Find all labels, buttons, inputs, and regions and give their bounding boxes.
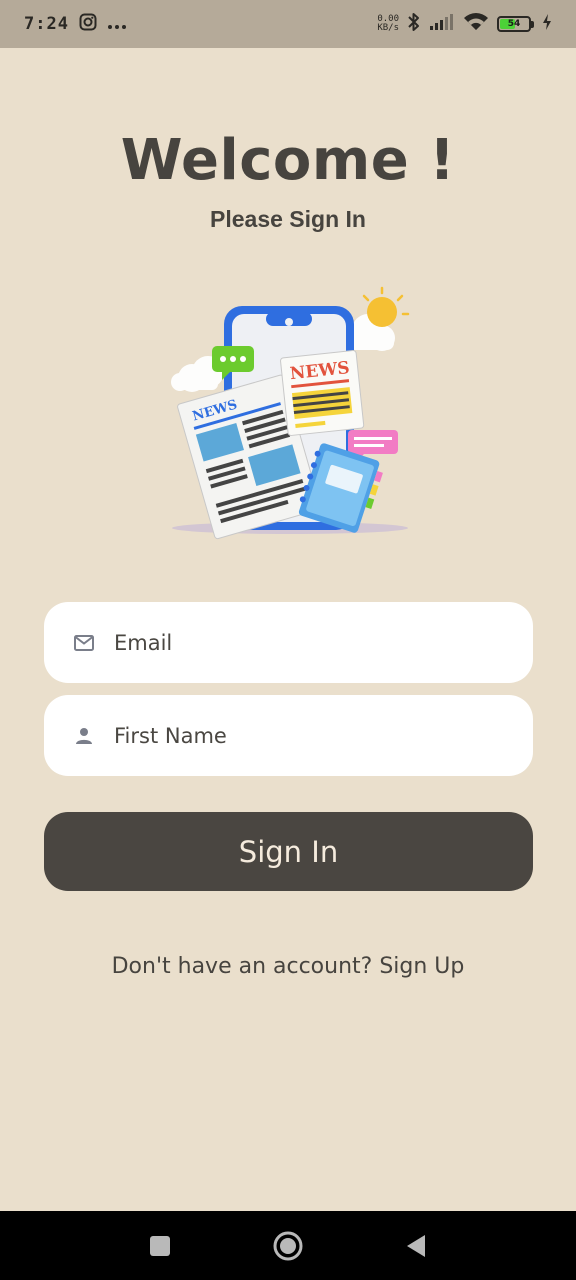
email-input[interactable] (114, 630, 494, 655)
email-field[interactable] (44, 602, 533, 683)
status-bar: 7:24 0.00 KB/s 54 (0, 0, 576, 48)
status-time: 7:24 (24, 14, 69, 34)
signal-icon (429, 13, 455, 35)
charging-icon (542, 13, 552, 35)
sign-up-prompt: Don't have an account? Sign Up (0, 954, 576, 979)
person-icon (76, 727, 92, 744)
status-right: 0.00 KB/s 54 (377, 12, 552, 36)
first-name-input[interactable] (114, 723, 494, 748)
sign-up-prompt-text: Don't have an account? (111, 954, 380, 979)
sign-in-button-label: Sign In (238, 834, 339, 869)
wifi-icon (463, 12, 489, 36)
news-illustration: NEWS NEWS (150, 282, 430, 544)
sign-in-button[interactable]: Sign In (44, 812, 533, 891)
page-subtitle: Please Sign In (210, 206, 366, 232)
battery-level: 54 (507, 19, 521, 29)
speed-unit: KB/s (377, 23, 399, 33)
battery-icon: 54 (497, 16, 534, 32)
bluetooth-icon (407, 12, 421, 36)
back-triangle-icon[interactable] (396, 1226, 436, 1266)
page-title: Welcome ! (120, 128, 456, 193)
mail-icon (74, 634, 94, 651)
instagram-icon (79, 13, 97, 35)
sun-icon (362, 286, 410, 327)
sign-up-link[interactable]: Sign Up (379, 954, 464, 979)
status-left: 7:24 (24, 13, 127, 35)
navigation-bar (0, 1211, 576, 1280)
network-speed: 0.00 KB/s (377, 15, 399, 33)
more-dots-icon (107, 15, 127, 34)
home-circle-icon[interactable] (268, 1226, 308, 1266)
recents-square-icon[interactable] (140, 1226, 180, 1266)
first-name-field[interactable] (44, 695, 533, 776)
